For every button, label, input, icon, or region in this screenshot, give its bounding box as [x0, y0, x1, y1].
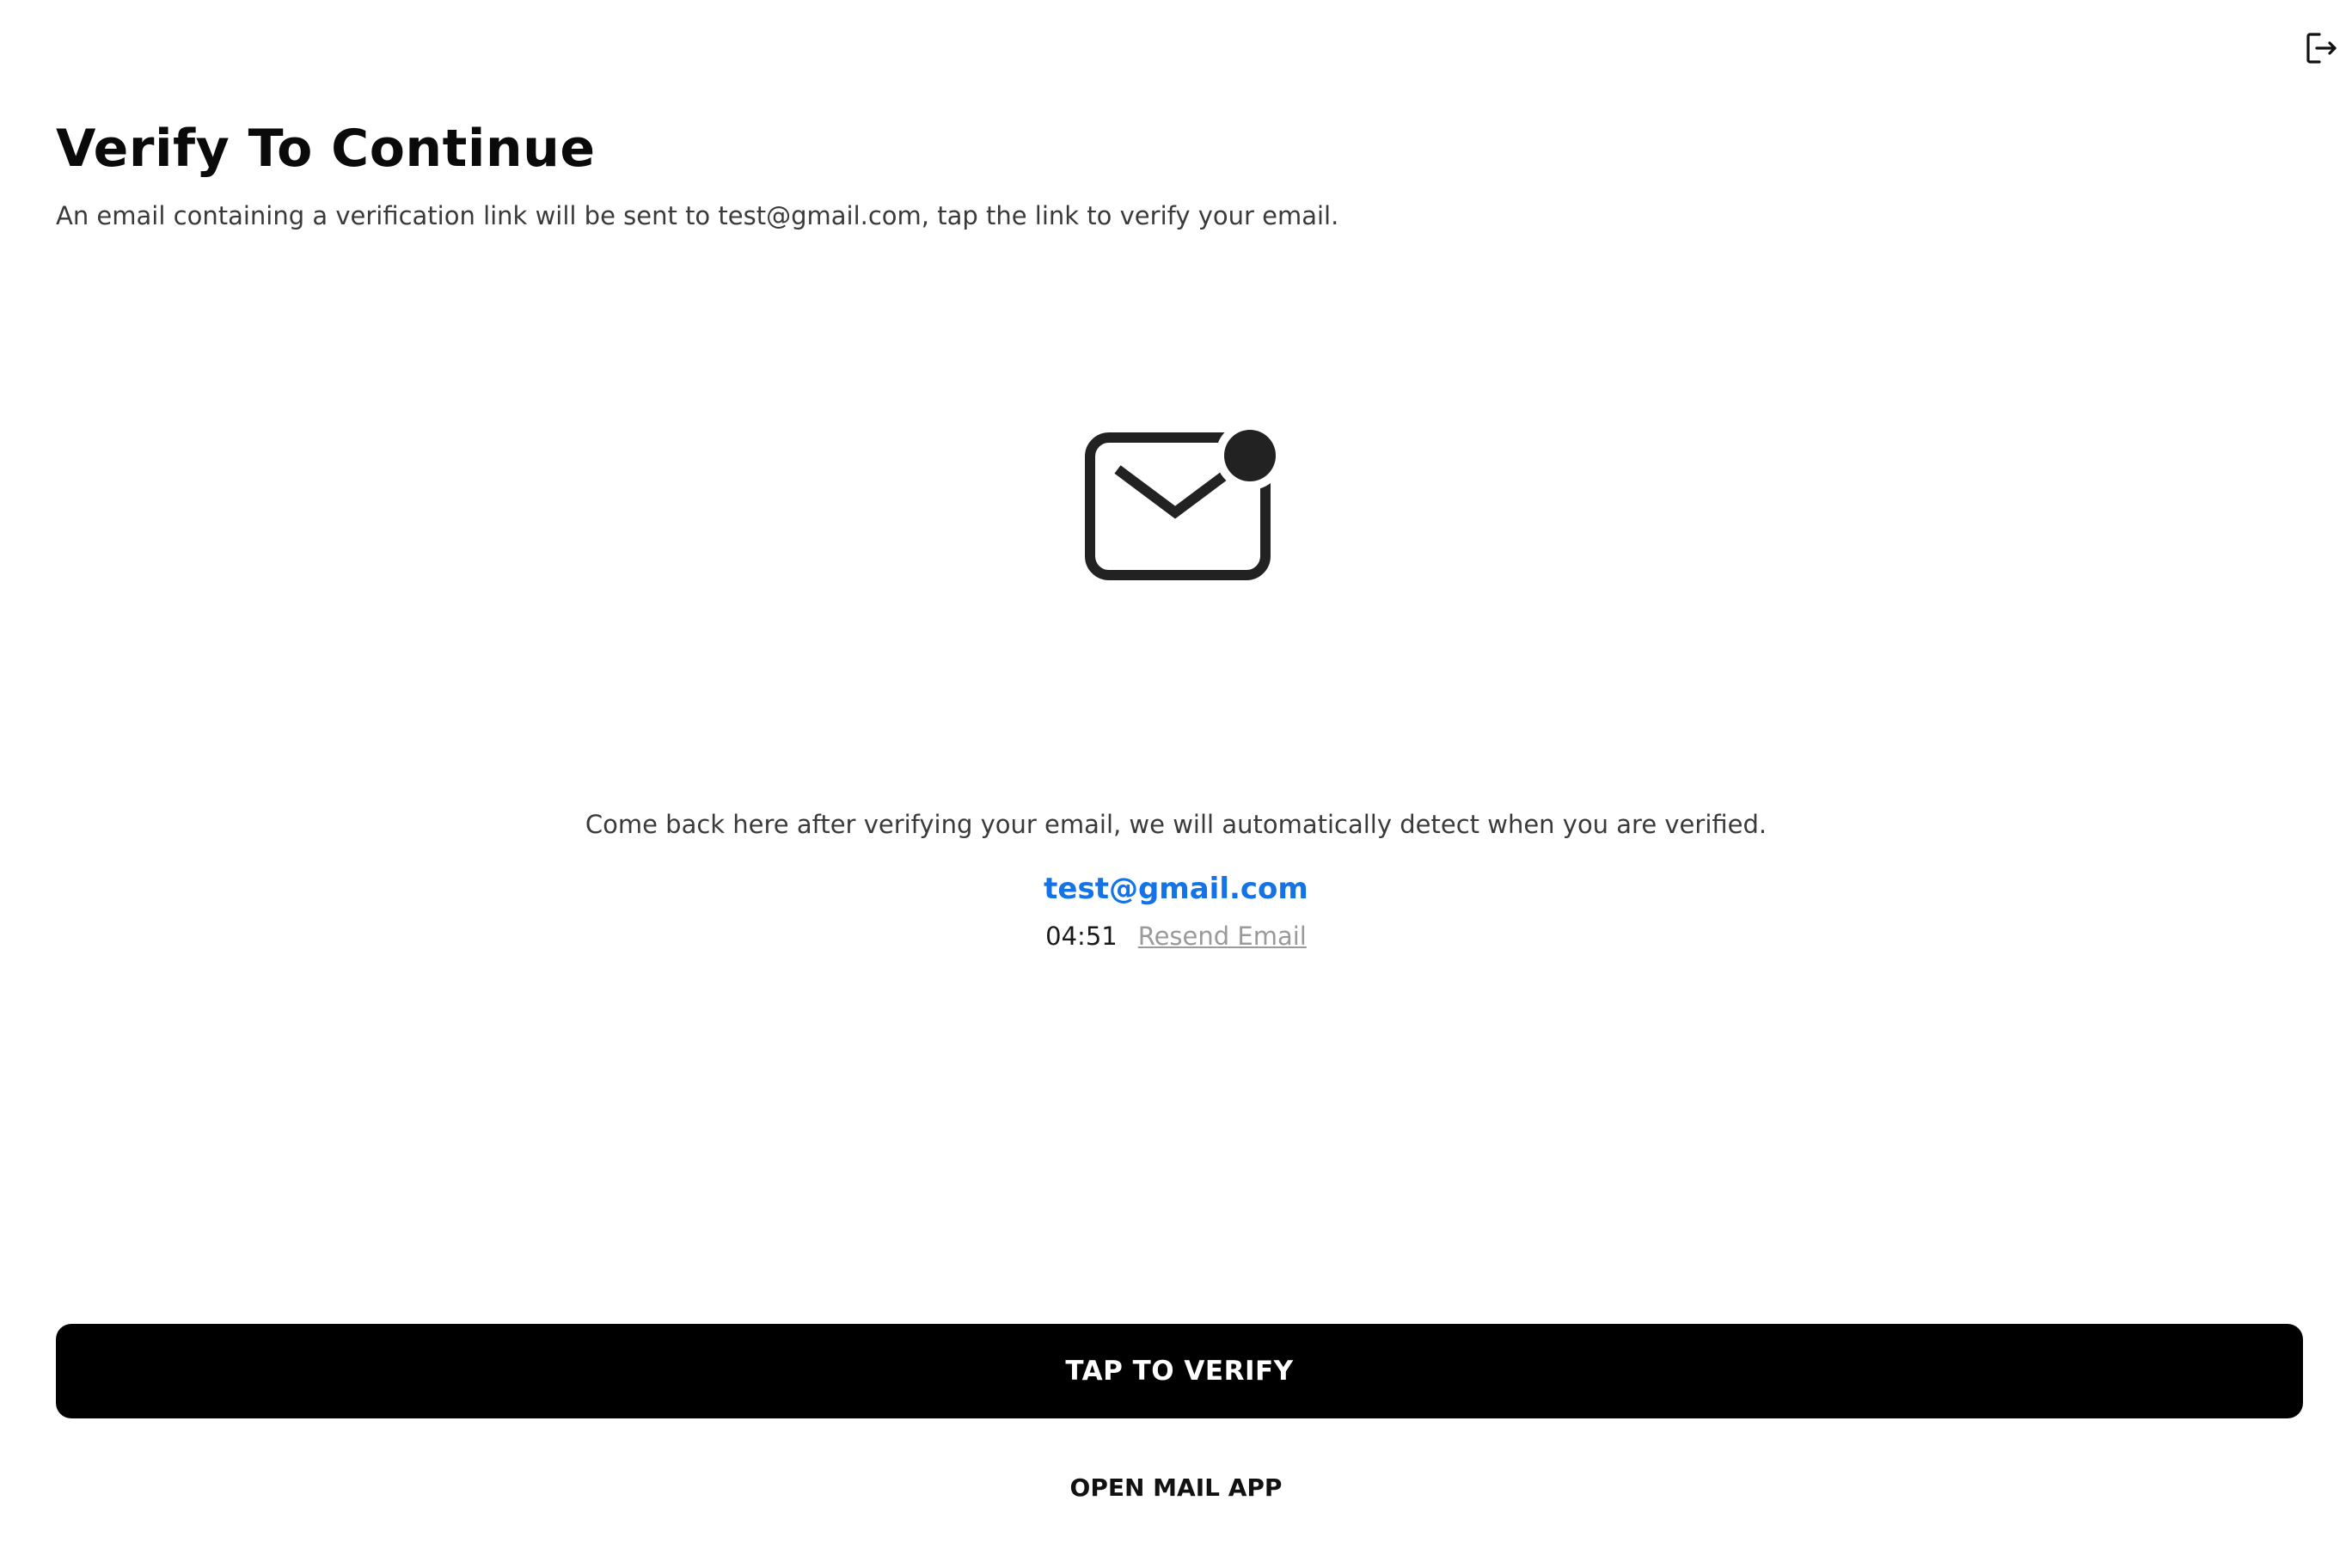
page-subtitle: An email containing a verification link …: [56, 201, 1339, 230]
mail-unread-icon: [1085, 421, 1284, 580]
email-address: test@gmail.com: [1044, 872, 1308, 906]
tap-to-verify-button[interactable]: TAP TO VERIFY: [56, 1324, 2303, 1418]
page-title: Verify To Continue: [56, 119, 596, 179]
resend-row: 04:51 Resend Email: [0, 922, 2352, 951]
logout-button[interactable]: [2306, 31, 2338, 65]
resend-email-link[interactable]: Resend Email: [1138, 922, 1307, 951]
open-mail-app-button[interactable]: OPEN MAIL APP: [1004, 1463, 1348, 1511]
mail-illustration: [1085, 421, 1284, 583]
verify-email-screen: Verify To Continue An email containing a…: [0, 0, 2352, 1568]
resend-countdown: 04:51: [1045, 922, 1118, 951]
logout-icon: [2306, 33, 2337, 64]
auto-detect-message: Come back here after verifying your emai…: [585, 810, 1767, 839]
